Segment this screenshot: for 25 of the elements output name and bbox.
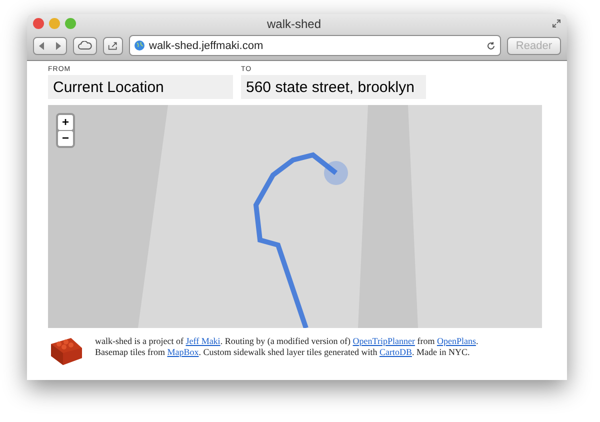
back-forward-button[interactable] [33,36,67,54]
zoom-in-button[interactable]: + [58,115,73,130]
window-title: walk-shed [266,16,322,30]
credit-link[interactable]: MapBox [167,347,199,357]
credit-link[interactable]: Jeff Maki [186,336,220,346]
address-field[interactable]: walk-shed.jeffmaki.com [129,35,501,56]
credit-link[interactable]: CartoDB [379,347,412,357]
location-field[interactable]: 560 state street, brooklyn [241,75,426,99]
cloud-button[interactable] [73,36,97,54]
fullscreen-icon[interactable] [552,19,561,28]
location-field[interactable]: Current Location [48,75,233,99]
reload-icon[interactable] [486,40,496,50]
zoom-out-button[interactable]: − [58,131,73,146]
location-marker-icon [324,161,348,185]
share-button[interactable] [103,36,123,54]
share-icon [108,40,118,50]
globe-icon [134,40,145,51]
credits-text: walk-shed is a project of Jeff Maki. Routing by (a modified version of) OpenTripPlanner from OpenPlans. Basemap tiles from MapBox. Custom sidewalk shed layer tiles generated with CartoDB. Made in NYC. [95,336,480,358]
close-icon[interactable] [33,18,44,29]
credit-link[interactable]: OpenPlans [436,336,476,346]
cloud-icon [78,41,92,50]
map-view[interactable]: + − [48,105,542,328]
triangle-arrows-icon [38,42,62,50]
brick-icon [49,336,83,366]
credit-link[interactable]: OpenTripPlanner [352,336,415,346]
